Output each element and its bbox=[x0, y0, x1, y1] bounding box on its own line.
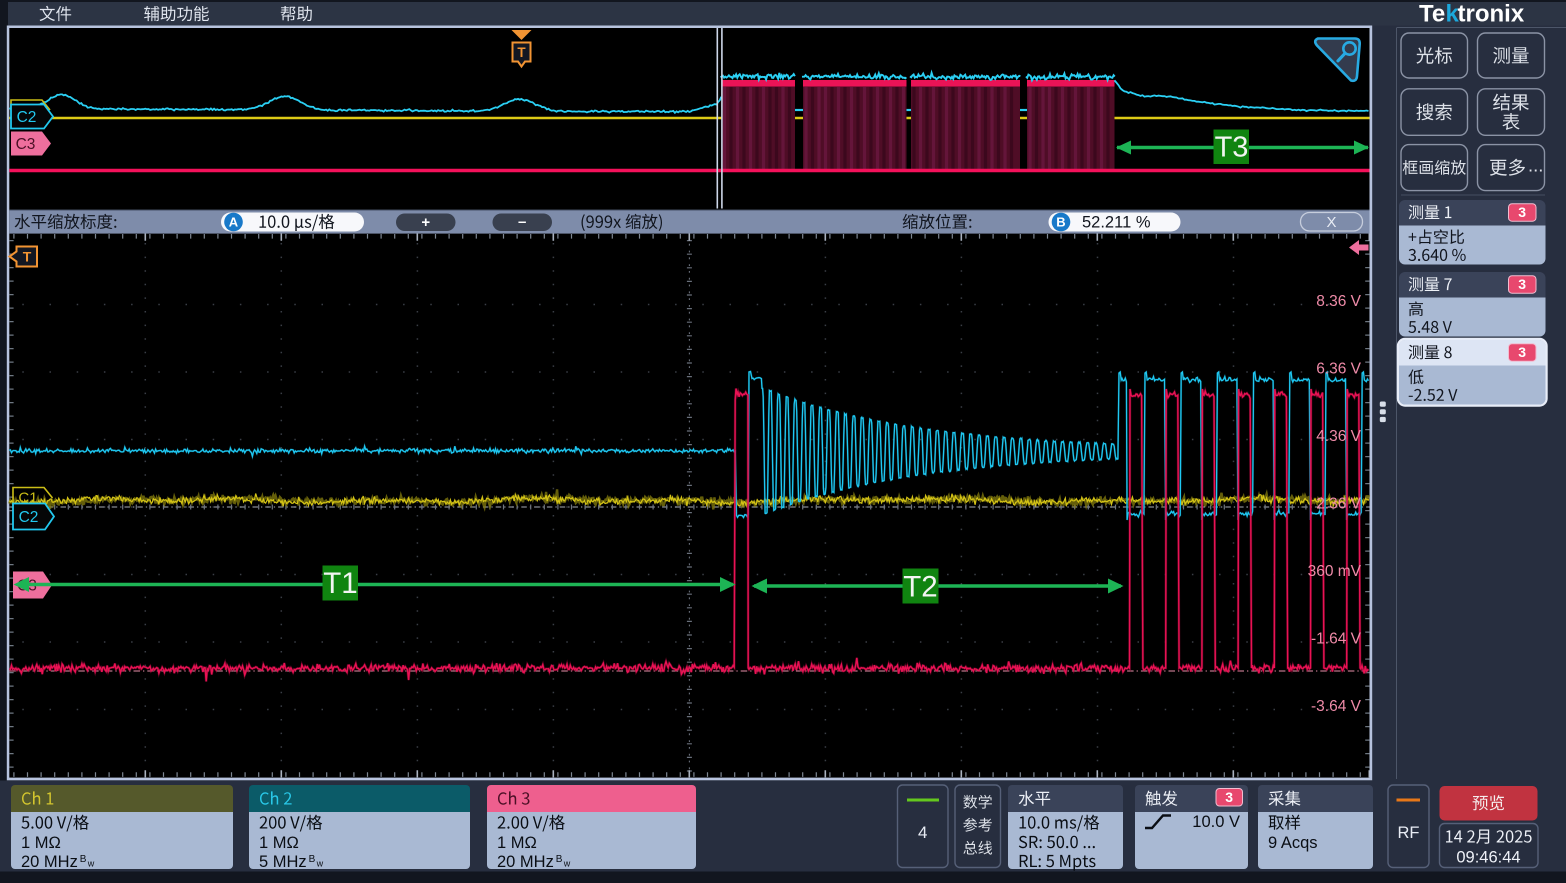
svg-text:3: 3 bbox=[1518, 204, 1526, 220]
svg-text:4.36 V: 4.36 V bbox=[1316, 428, 1361, 445]
svg-text:T2: T2 bbox=[903, 570, 937, 603]
svg-text:T3: T3 bbox=[1215, 132, 1249, 164]
svg-text:3: 3 bbox=[1518, 276, 1526, 292]
svg-text:A: A bbox=[229, 215, 239, 230]
svg-text:C2: C2 bbox=[19, 509, 39, 526]
svg-text:3: 3 bbox=[1225, 789, 1233, 805]
svg-text:8.36 V: 8.36 V bbox=[1316, 293, 1361, 310]
svg-text:1 MΩ: 1 MΩ bbox=[497, 834, 537, 852]
svg-text:C3: C3 bbox=[16, 136, 36, 153]
svg-text:–: – bbox=[518, 214, 526, 231]
svg-text:2.36 V: 2.36 V bbox=[1316, 496, 1361, 513]
svg-text:3: 3 bbox=[1518, 344, 1526, 360]
svg-text:...: ... bbox=[1528, 155, 1543, 176]
svg-text:1 MΩ: 1 MΩ bbox=[21, 834, 61, 852]
svg-text:1 MΩ: 1 MΩ bbox=[259, 834, 299, 852]
svg-text:9 Acqs: 9 Acqs bbox=[1268, 834, 1318, 852]
svg-text:RF: RF bbox=[1398, 824, 1420, 842]
svg-text:09:46:44: 09:46:44 bbox=[1456, 848, 1520, 866]
svg-text:B: B bbox=[80, 854, 87, 865]
svg-text:Te: Te bbox=[1419, 1, 1445, 28]
svg-text:T1: T1 bbox=[323, 567, 357, 600]
svg-text:tronix: tronix bbox=[1458, 1, 1525, 28]
svg-text:w: w bbox=[563, 859, 571, 869]
svg-text:4: 4 bbox=[918, 823, 927, 842]
svg-text:B: B bbox=[309, 854, 316, 865]
svg-text:C2: C2 bbox=[17, 109, 37, 126]
svg-text:20 MHz: 20 MHz bbox=[497, 853, 554, 871]
svg-text:360 mV: 360 mV bbox=[1308, 563, 1362, 580]
svg-text:5 MHz: 5 MHz bbox=[259, 853, 307, 871]
svg-text:T: T bbox=[23, 248, 32, 264]
svg-text:6.36 V: 6.36 V bbox=[1316, 361, 1361, 378]
svg-text:w: w bbox=[87, 859, 95, 869]
svg-text:+: + bbox=[421, 214, 430, 231]
svg-text:w: w bbox=[316, 859, 324, 869]
svg-text:T: T bbox=[517, 45, 526, 60]
svg-text:20 MHz: 20 MHz bbox=[21, 853, 78, 871]
svg-text:B: B bbox=[556, 854, 563, 865]
svg-text:-3.64 V: -3.64 V bbox=[1311, 698, 1362, 715]
svg-text:-1.64 V: -1.64 V bbox=[1311, 631, 1362, 648]
svg-text:10.0 V: 10.0 V bbox=[1192, 813, 1240, 831]
svg-text:B: B bbox=[1056, 215, 1065, 230]
svg-text:52.211 %: 52.211 % bbox=[1082, 214, 1151, 232]
svg-text:X: X bbox=[1326, 214, 1336, 231]
